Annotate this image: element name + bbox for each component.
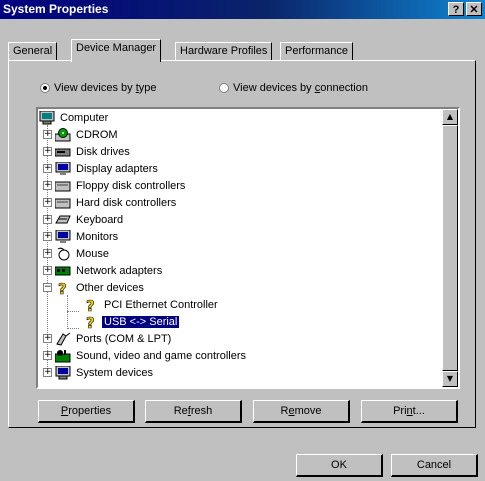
controller-icon (54, 196, 71, 210)
unknown-device-icon: ? (55, 279, 71, 298)
window-title: System Properties (3, 2, 109, 16)
tree-item-cdrom[interactable]: + CDROM (43, 126, 120, 143)
expand-button[interactable]: + (43, 164, 52, 173)
tab-hardware-profiles[interactable]: Hardware Profiles (175, 42, 273, 61)
vertical-scrollbar[interactable]: ▲ ▼ (442, 109, 458, 387)
expand-button[interactable]: + (43, 147, 52, 156)
expand-button[interactable]: + (43, 198, 52, 207)
tree-item-disk-drives[interactable]: + Disk drives (43, 143, 132, 160)
expand-button[interactable]: + (43, 249, 52, 258)
close-button[interactable]: ✕ (466, 2, 482, 16)
properties-button[interactable]: Properties (38, 400, 135, 423)
computer-icon (39, 110, 55, 125)
radio-dot-selected[interactable] (40, 83, 50, 93)
tree-item-ports[interactable]: + Ports (COM & LPT) (43, 330, 173, 347)
unknown-device-icon: ? (83, 313, 99, 332)
tree-item-system-devices[interactable]: + System devices (43, 364, 155, 381)
refresh-button[interactable]: Refresh (145, 400, 242, 423)
tree-item-other-devices[interactable]: − ? Other devices (43, 279, 146, 298)
ok-button[interactable]: OK (296, 454, 383, 477)
tree-item-floppy-controllers[interactable]: + Floppy disk controllers (43, 177, 187, 194)
svg-text:?: ? (86, 315, 95, 329)
cancel-button[interactable]: Cancel (391, 454, 478, 477)
expand-button[interactable]: + (43, 334, 52, 343)
svg-text:?: ? (58, 281, 67, 295)
radio-dot[interactable] (219, 83, 229, 93)
expand-button[interactable]: + (43, 130, 52, 139)
monitor-icon (55, 229, 71, 244)
port-icon (55, 332, 71, 346)
title-bar[interactable]: System Properties ? ✕ (0, 0, 485, 19)
radio-view-by-type[interactable]: View devices by type (40, 82, 157, 94)
cdrom-icon (54, 127, 71, 142)
tree-item-mouse[interactable]: + Mouse (43, 245, 111, 262)
tree-line (67, 311, 79, 312)
network-card-icon (54, 264, 71, 278)
controller-icon (54, 179, 71, 193)
expand-button[interactable]: + (43, 368, 52, 377)
tab-device-manager[interactable]: Device Manager (71, 39, 162, 62)
tree-item-pci-ethernet[interactable]: ? PCI Ethernet Controller (83, 296, 220, 315)
svg-text:?: ? (86, 298, 95, 312)
radio-view-by-connection[interactable]: View devices by connection (219, 82, 368, 94)
collapse-button[interactable]: − (43, 283, 52, 292)
tree-item-usb-serial[interactable]: ? USB <-> Serial (83, 313, 180, 332)
expand-button[interactable]: + (43, 266, 52, 275)
tree-line (67, 328, 79, 329)
radio-label: View devices by connection (233, 82, 368, 94)
tree-item-hard-disk-controllers[interactable]: + Hard disk controllers (43, 194, 178, 211)
tree-item-display-adapters[interactable]: + Display adapters (43, 160, 160, 177)
unknown-device-icon: ? (83, 296, 99, 315)
expand-button[interactable]: + (43, 232, 52, 241)
expand-button[interactable]: + (43, 181, 52, 190)
keyboard-icon (55, 213, 71, 227)
help-button[interactable]: ? (448, 2, 464, 16)
tree-line (67, 295, 68, 329)
tree-item-monitors[interactable]: + Monitors (43, 228, 120, 245)
computer-icon (55, 365, 71, 380)
selected-label: USB <-> Serial (102, 315, 180, 328)
expand-button[interactable]: + (43, 351, 52, 360)
tree-root[interactable]: Computer (39, 109, 110, 126)
mouse-icon (55, 247, 71, 261)
radio-label: View devices by type (54, 82, 157, 94)
tab-performance[interactable]: Performance (280, 42, 353, 61)
disk-drive-icon (54, 145, 71, 159)
tree-item-keyboard[interactable]: + Keyboard (43, 211, 125, 228)
monitor-icon (55, 161, 71, 176)
remove-button[interactable]: Remove (253, 400, 350, 423)
scroll-thumb[interactable] (442, 125, 458, 371)
print-button[interactable]: Print... (361, 400, 458, 423)
sound-icon (54, 349, 71, 363)
scroll-up-button[interactable]: ▲ (442, 109, 458, 125)
expand-button[interactable]: + (43, 215, 52, 224)
scroll-down-button[interactable]: ▼ (442, 371, 458, 387)
tree-item-sound[interactable]: + Sound, video and game controllers (43, 347, 248, 364)
tree-item-network-adapters[interactable]: + Network adapters (43, 262, 164, 279)
tab-general[interactable]: General (8, 42, 58, 61)
device-tree[interactable]: Computer + CDROM + Disk drives + Display… (36, 107, 460, 389)
